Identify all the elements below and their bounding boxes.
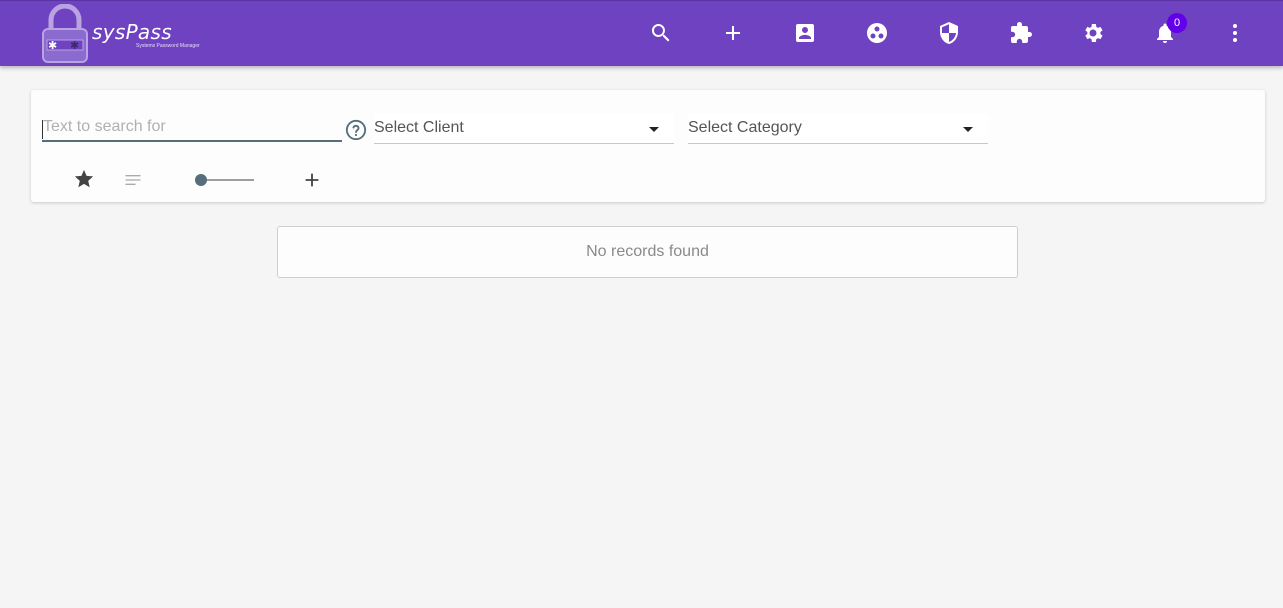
svg-text:✱: ✱ bbox=[48, 39, 57, 52]
add-account-icon[interactable] bbox=[301, 169, 323, 191]
more-vert-icon[interactable] bbox=[1221, 19, 1249, 47]
security-shield-icon[interactable] bbox=[935, 19, 963, 47]
search-panel: Select Client Select Category bbox=[31, 90, 1265, 202]
account-box-icon[interactable] bbox=[791, 19, 819, 47]
category-select-label: Select Category bbox=[688, 119, 802, 136]
chevron-down-icon bbox=[649, 127, 659, 132]
slider-track bbox=[199, 179, 254, 181]
padlock-logo-icon: ✱ ✱ bbox=[42, 4, 88, 63]
favorite-star-icon[interactable] bbox=[73, 168, 95, 190]
no-records-text: No records found bbox=[586, 243, 709, 260]
text-cursor bbox=[42, 120, 43, 139]
add-icon[interactable] bbox=[719, 19, 747, 47]
settings-icon[interactable] bbox=[1079, 19, 1107, 47]
empty-results-message: No records found bbox=[277, 226, 1018, 278]
syspass-logo[interactable]: ✱ ✱ sysPass Systems Password Manager bbox=[40, 4, 200, 66]
app-name: sysPass bbox=[92, 20, 172, 44]
notifications-count-badge: 0 bbox=[1167, 13, 1187, 33]
plugin-icon[interactable] bbox=[1007, 19, 1035, 47]
top-navigation-bar: ✱ ✱ sysPass Systems Password Manager 0 bbox=[0, 0, 1283, 66]
search-icon[interactable] bbox=[647, 19, 675, 47]
sort-icon[interactable] bbox=[123, 170, 143, 190]
category-select[interactable]: Select Category bbox=[688, 114, 988, 144]
client-select-label: Select Client bbox=[374, 119, 464, 136]
svg-text:✱: ✱ bbox=[70, 39, 79, 52]
app-subtitle: Systems Password Manager bbox=[136, 43, 200, 49]
help-icon[interactable] bbox=[345, 119, 367, 141]
view-mode-slider[interactable] bbox=[193, 172, 255, 188]
group-icon[interactable] bbox=[863, 19, 891, 47]
search-input[interactable] bbox=[42, 116, 342, 142]
chevron-down-icon bbox=[963, 127, 973, 132]
slider-thumb[interactable] bbox=[195, 174, 207, 186]
client-select[interactable]: Select Client bbox=[374, 114, 674, 144]
